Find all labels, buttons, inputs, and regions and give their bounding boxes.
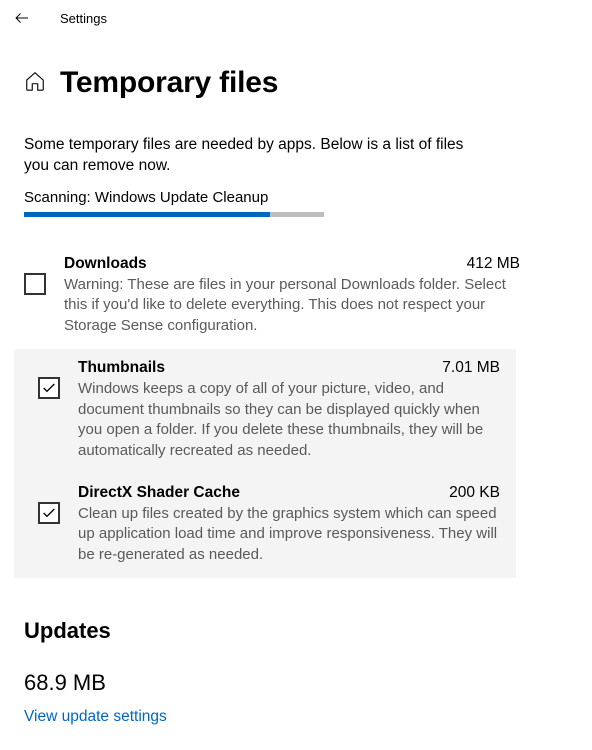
file-item-directx[interactable]: DirectX Shader Cache 200 KB Clean up fil… xyxy=(14,474,516,578)
updates-heading: Updates xyxy=(0,578,592,644)
file-description: Warning: These are files in your persona… xyxy=(64,275,520,337)
file-description: Clean up files created by the graphics s… xyxy=(78,504,500,566)
file-body: DirectX Shader Cache 200 KB Clean up fil… xyxy=(78,484,504,566)
title-row: Temporary files xyxy=(0,36,592,116)
home-button[interactable] xyxy=(24,70,46,97)
back-button[interactable] xyxy=(12,8,32,28)
scan-progress-fill xyxy=(24,212,270,217)
file-size: 7.01 MB xyxy=(442,359,500,377)
intro-text: Some temporary files are needed by apps.… xyxy=(0,116,592,177)
scan-progress xyxy=(24,212,324,217)
file-body: Thumbnails 7.01 MB Windows keeps a copy … xyxy=(78,359,504,462)
file-size: 200 KB xyxy=(449,484,500,502)
file-description: Windows keeps a copy of all of your pict… xyxy=(78,379,500,462)
checkbox-thumbnails[interactable] xyxy=(38,377,60,399)
file-size: 412 MB xyxy=(467,255,520,273)
file-name: Downloads xyxy=(64,255,147,273)
back-arrow-icon xyxy=(13,9,31,27)
home-icon xyxy=(24,70,46,92)
file-name: DirectX Shader Cache xyxy=(78,484,240,502)
updates-size: 68.9 MB xyxy=(0,644,592,696)
file-item-thumbnails[interactable]: Thumbnails 7.01 MB Windows keeps a copy … xyxy=(14,349,516,474)
checkbox-downloads[interactable] xyxy=(24,273,46,295)
header-bar: Settings xyxy=(0,0,592,36)
settings-breadcrumb: Settings xyxy=(60,11,107,26)
scan-status: Scanning: Windows Update Cleanup xyxy=(0,177,592,206)
checkbox-directx[interactable] xyxy=(38,502,60,524)
file-item-downloads[interactable]: Downloads 412 MB Warning: These are file… xyxy=(0,245,592,349)
file-body: Downloads 412 MB Warning: These are file… xyxy=(64,255,524,337)
file-name: Thumbnails xyxy=(78,359,165,377)
view-update-settings-link[interactable]: View update settings xyxy=(0,696,592,726)
page-title: Temporary files xyxy=(60,66,278,100)
file-list: Downloads 412 MB Warning: These are file… xyxy=(0,245,592,578)
